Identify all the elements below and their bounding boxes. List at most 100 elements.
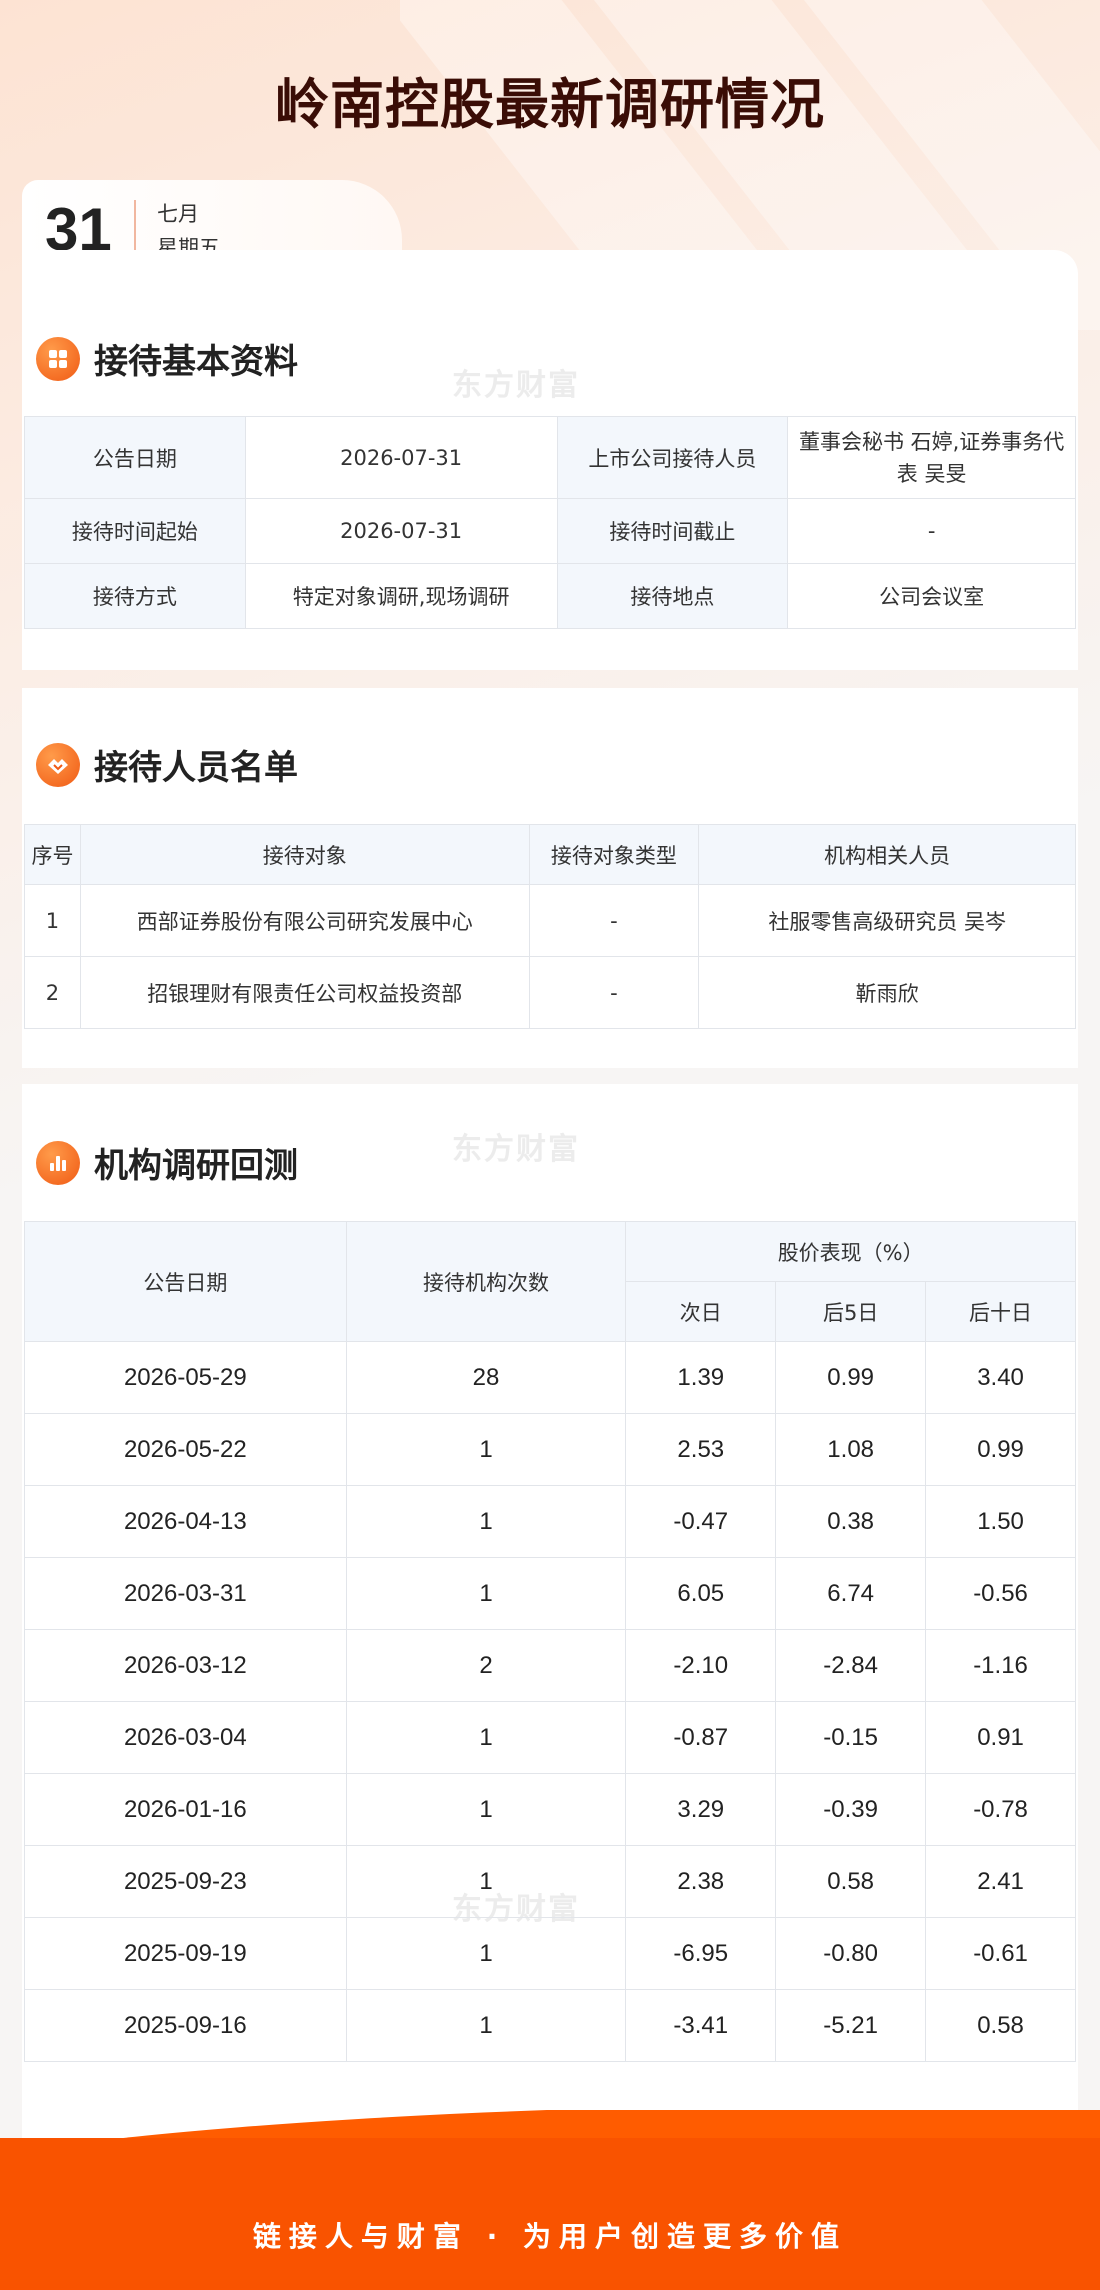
table-cell: 6.74 xyxy=(775,1557,927,1630)
table-cell: 1 xyxy=(345,1701,627,1774)
table-cell: -0.47 xyxy=(625,1485,777,1558)
table-cell: 2025-09-23 xyxy=(24,1845,347,1918)
table-cell: -0.39 xyxy=(775,1773,927,1846)
basic-info-header: 接待基本资料 xyxy=(36,334,298,383)
table-cell: -0.15 xyxy=(775,1701,927,1774)
table-cell: 2026-05-22 xyxy=(24,1413,347,1486)
table-cell: 1 xyxy=(24,884,81,957)
basic-info-title: 接待基本资料 xyxy=(94,342,298,382)
table-cell: 0.58 xyxy=(925,1989,1076,2062)
table-cell: 2025-09-19 xyxy=(24,1917,347,1990)
table-cell: -2.84 xyxy=(775,1629,927,1702)
table-cell: -0.80 xyxy=(775,1917,927,1990)
value-cell: 公司会议室 xyxy=(787,563,1076,629)
table-row: 2025-09-19 1 -6.95 -0.80 -0.61 xyxy=(24,1917,1076,1990)
table-cell: 1 xyxy=(345,1773,627,1846)
table-cell: -6.95 xyxy=(625,1917,777,1990)
backtest-body: 2026-05-29 28 1.39 0.99 3.40 2026-05-22 1 2.53 1… xyxy=(24,1341,1076,2062)
table-cell: -5.21 xyxy=(775,1989,927,2062)
table-cell: 2026-01-16 xyxy=(24,1773,347,1846)
table-cell: 西部证券股份有限公司研究发展中心 xyxy=(79,884,530,957)
table-cell: 2026-05-29 xyxy=(24,1341,347,1414)
table-cell: 2 xyxy=(345,1629,627,1702)
column-header: 接待对象类型 xyxy=(528,824,700,885)
visitors-title: 接待人员名单 xyxy=(94,748,298,788)
value-cell: 2026-07-31 xyxy=(244,416,558,499)
table-cell: -0.87 xyxy=(625,1701,777,1774)
column-header: 序号 xyxy=(24,824,81,885)
table-cell: 0.58 xyxy=(775,1845,927,1918)
table-cell: - xyxy=(528,884,700,957)
column-header: 后十日 xyxy=(925,1281,1076,1342)
backtest-table: 公告日期 接待机构次数 股价表现（%） 次日 后5日 后十日 2026-05-2… xyxy=(24,1221,1076,2062)
handshake-icon xyxy=(36,742,80,787)
table-cell: 0.99 xyxy=(925,1413,1076,1486)
date-month: 七月 xyxy=(157,202,199,226)
table-cell: 1 xyxy=(345,1557,627,1630)
table-cell: 0.38 xyxy=(775,1485,927,1558)
table-row: 2026-01-16 1 3.29 -0.39 -0.78 xyxy=(24,1773,1076,1846)
column-header: 接待对象 xyxy=(79,824,530,885)
basic-info-table: 公告日期 2026-07-31 上市公司接待人员 董事会秘书 石婷,证券事务代表… xyxy=(24,416,1076,629)
column-header: 公告日期 xyxy=(24,1221,347,1342)
table-cell: 社服零售高级研究员 吴岑 xyxy=(698,884,1076,957)
table-cell: 1 xyxy=(345,1413,627,1486)
visitors-card: 接待人员名单 序号 接待对象 接待对象类型 机构相关人员 1 西部证券股份有限公… xyxy=(22,688,1078,1068)
table-cell: 2026-03-31 xyxy=(24,1557,347,1630)
table-row: 1 西部证券股份有限公司研究发展中心 - 社服零售高级研究员 吴岑 xyxy=(24,884,1076,957)
table-cell: 0.91 xyxy=(925,1701,1076,1774)
page-title: 岭南控股最新调研情况 xyxy=(275,73,825,136)
value-cell: - xyxy=(787,498,1076,564)
visitors-table: 序号 接待对象 接待对象类型 机构相关人员 1 西部证券股份有限公司研究发展中心… xyxy=(24,824,1076,1029)
table-cell: 2.38 xyxy=(625,1845,777,1918)
label-cell: 接待方式 xyxy=(24,563,246,629)
label-cell: 接待地点 xyxy=(556,563,789,629)
table-row: 公告日期 2026-07-31 上市公司接待人员 董事会秘书 石婷,证券事务代表… xyxy=(24,416,1076,499)
label-cell: 公告日期 xyxy=(24,416,246,499)
table-row: 2026-05-22 1 2.53 1.08 0.99 xyxy=(24,1413,1076,1486)
table-row: 2026-04-13 1 -0.47 0.38 1.50 xyxy=(24,1485,1076,1558)
table-cell: 6.05 xyxy=(625,1557,777,1630)
table-cell: 2.53 xyxy=(625,1413,777,1486)
table-cell: 招银理财有限责任公司权益投资部 xyxy=(79,956,530,1029)
table-cell: 靳雨欣 xyxy=(698,956,1076,1029)
table-row: 2025-09-16 1 -3.41 -5.21 0.58 xyxy=(24,1989,1076,2062)
table-row: 接待时间起始 2026-07-31 接待时间截止 - xyxy=(24,498,1076,564)
table-cell: 2026-03-04 xyxy=(24,1701,347,1774)
table-cell: 3.29 xyxy=(625,1773,777,1846)
table-cell: 28 xyxy=(345,1341,627,1414)
table-row: 2026-03-12 2 -2.10 -2.84 -1.16 xyxy=(24,1629,1076,1702)
basic-info-card: 接待基本资料 东方财富 公告日期 2026-07-31 上市公司接待人员 董事会… xyxy=(22,250,1078,670)
table-cell: -1.16 xyxy=(925,1629,1076,1702)
column-header: 机构相关人员 xyxy=(698,824,1076,885)
label-cell: 上市公司接待人员 xyxy=(556,416,789,499)
footer-slogan: 链接人与财富 · 为用户创造更多价值 xyxy=(252,2220,848,2253)
table-cell: -0.61 xyxy=(925,1917,1076,1990)
table-cell: -2.10 xyxy=(625,1629,777,1702)
value-cell: 2026-07-31 xyxy=(244,498,558,564)
visitors-header: 接待人员名单 xyxy=(36,740,298,789)
column-header: 次日 xyxy=(625,1281,777,1342)
grid-icon xyxy=(36,336,80,381)
table-cell: 1.08 xyxy=(775,1413,927,1486)
table-cell: 2 xyxy=(24,956,81,1029)
table-row: 2026-03-04 1 -0.87 -0.15 0.91 xyxy=(24,1701,1076,1774)
footer-band xyxy=(0,2110,1100,2290)
table-cell: 1 xyxy=(345,1845,627,1918)
table-cell: 2025-09-16 xyxy=(24,1989,347,2062)
table-cell: 3.40 xyxy=(925,1341,1076,1414)
table-row: 接待方式 特定对象调研,现场调研 接待地点 公司会议室 xyxy=(24,563,1076,629)
table-cell: 1.50 xyxy=(925,1485,1076,1558)
table-cell: 1 xyxy=(345,1485,627,1558)
table-cell: 1 xyxy=(345,1917,627,1990)
table-cell: -0.78 xyxy=(925,1773,1076,1846)
table-cell: 2026-04-13 xyxy=(24,1485,347,1558)
table-header-row: 序号 接待对象 接待对象类型 机构相关人员 xyxy=(24,824,1076,885)
column-header: 接待机构次数 xyxy=(345,1221,627,1342)
table-cell: -0.56 xyxy=(925,1557,1076,1630)
table-row: 2 招银理财有限责任公司权益投资部 - 靳雨欣 xyxy=(24,956,1076,1029)
bar-chart-icon xyxy=(36,1140,80,1185)
value-cell: 特定对象调研,现场调研 xyxy=(244,563,558,629)
table-cell: 1 xyxy=(345,1989,627,2062)
table-header-row: 公告日期 接待机构次数 股价表现（%） xyxy=(24,1221,1076,1342)
